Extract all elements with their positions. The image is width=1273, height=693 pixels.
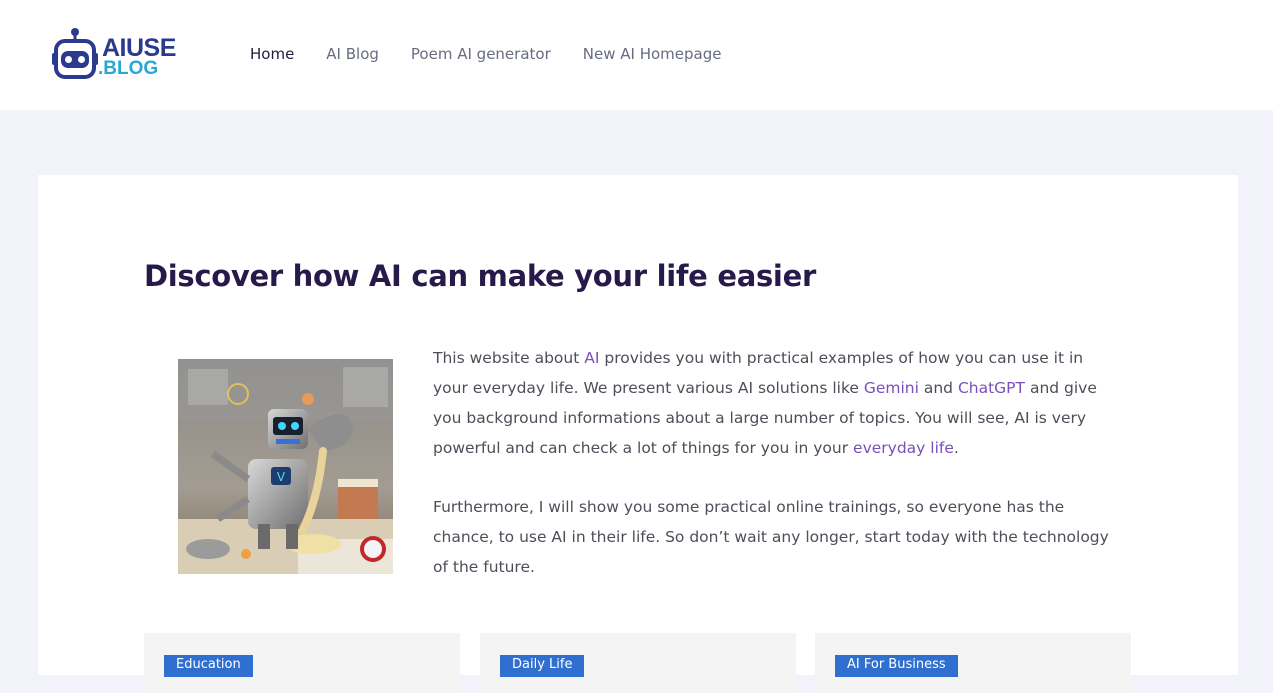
nav-poem-ai-generator[interactable]: Poem AI generator	[411, 44, 551, 64]
site-logo[interactable]: AIUSE .BLOG	[52, 27, 192, 83]
category-badge[interactable]: Education	[164, 655, 253, 677]
intro-text-segment: This website about	[433, 349, 585, 367]
category-badge[interactable]: AI For Business	[835, 655, 958, 677]
link-everyday-life[interactable]: everyday life	[853, 439, 954, 457]
page-title: Discover how AI can make your life easie…	[144, 259, 816, 293]
intro-text: This website about AI provides you with …	[433, 343, 1113, 582]
robot-logo-icon	[52, 28, 98, 79]
logo-text-blog: .BLOG	[98, 58, 159, 79]
link-gemini[interactable]: Gemini	[864, 379, 919, 397]
link-ai[interactable]: AI	[584, 349, 599, 367]
intro-text-segment: .	[953, 439, 959, 457]
intro-paragraph-1: This website about AI provides you with …	[433, 343, 1113, 463]
category-cards: Education Daily Life AI For Business	[144, 633, 1131, 693]
intro-paragraph-2: Furthermore, I will show you some practi…	[433, 498, 1109, 576]
link-chatgpt[interactable]: ChatGPT	[958, 379, 1025, 397]
category-badge[interactable]: Daily Life	[500, 655, 585, 677]
nav-new-ai-homepage[interactable]: New AI Homepage	[583, 44, 722, 64]
category-card-education[interactable]: Education	[144, 633, 460, 693]
main-content-card: Discover how AI can make your life easie…	[38, 175, 1238, 693]
site-header: AIUSE .BLOG Home AI Blog Poem AI generat…	[0, 0, 1273, 110]
nav-ai-blog[interactable]: AI Blog	[326, 44, 379, 64]
intro-text-segment: and	[918, 379, 958, 397]
category-card-ai-for-business[interactable]: AI For Business	[815, 633, 1131, 693]
nav-home[interactable]: Home	[250, 44, 294, 64]
svg-text:V: V	[277, 470, 286, 484]
category-card-daily-life[interactable]: Daily Life	[480, 633, 796, 693]
robot-baking-image: V	[178, 359, 393, 574]
main-navigation: Home AI Blog Poem AI generator New AI Ho…	[250, 44, 753, 64]
